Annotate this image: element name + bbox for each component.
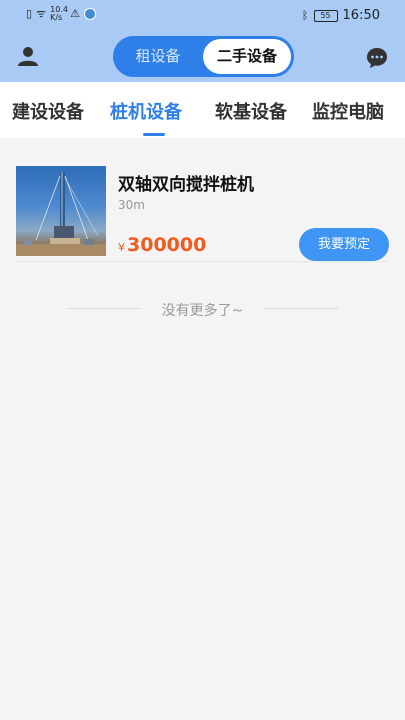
tab-pile-equipment[interactable]: 桩机设备 <box>110 98 182 124</box>
list-end-text: 没有更多了~ <box>161 303 244 319</box>
status-bar: ▯ ᯤ 10.4 K/s ⚠ ᛒ 55 16:50 <box>0 0 405 32</box>
price-value: 300000 <box>127 234 207 256</box>
product-card[interactable]: 双轴双向搅拌桩机 30m ¥300000 我要预定 <box>16 158 389 262</box>
divider-right <box>264 308 338 309</box>
currency-symbol: ¥ <box>118 241 125 254</box>
active-tab-indicator <box>143 133 165 136</box>
category-tabs: 建设设备 桩机设备 软基设备 监控电脑 <box>0 82 405 138</box>
product-spec: 30m <box>118 198 145 212</box>
segment-used-equipment[interactable]: 二手设备 <box>203 39 291 74</box>
product-title: 双轴双向搅拌桩机 <box>118 175 254 195</box>
status-left: ▯ ᯤ 10.4 K/s ⚠ <box>26 6 96 22</box>
sim-icon: ▯ <box>26 7 33 20</box>
list-end-indicator: 没有更多了~ <box>0 298 405 320</box>
user-icon[interactable] <box>17 45 39 67</box>
reserve-button[interactable]: 我要预定 <box>299 228 389 261</box>
clock: 16:50 <box>342 8 380 23</box>
segment-rent-equipment[interactable]: 租设备 <box>113 36 203 77</box>
net-speed: 10.4 K/s <box>50 6 68 22</box>
net-speed-unit: K/s <box>50 13 63 22</box>
product-image <box>16 166 106 256</box>
tab-soft-foundation-equipment[interactable]: 软基设备 <box>215 98 287 124</box>
app-notification-icon <box>83 8 96 20</box>
product-price: ¥300000 <box>118 234 206 256</box>
app-header: 租设备 二手设备 <box>0 32 405 82</box>
tab-monitoring-computer[interactable]: 监控电脑 <box>312 98 384 124</box>
chat-icon[interactable] <box>366 47 388 69</box>
warning-icon: ⚠ <box>70 7 80 20</box>
bluetooth-icon: ᛒ <box>301 9 309 22</box>
tab-construction-equipment[interactable]: 建设设备 <box>12 98 84 124</box>
pile-rig-illustration <box>16 172 106 256</box>
battery-icon: 55 <box>313 10 338 22</box>
wifi-icon: ᯤ <box>36 7 47 20</box>
segment-control: 租设备 二手设备 <box>113 36 294 77</box>
status-right: ᛒ 55 16:50 <box>302 8 380 24</box>
